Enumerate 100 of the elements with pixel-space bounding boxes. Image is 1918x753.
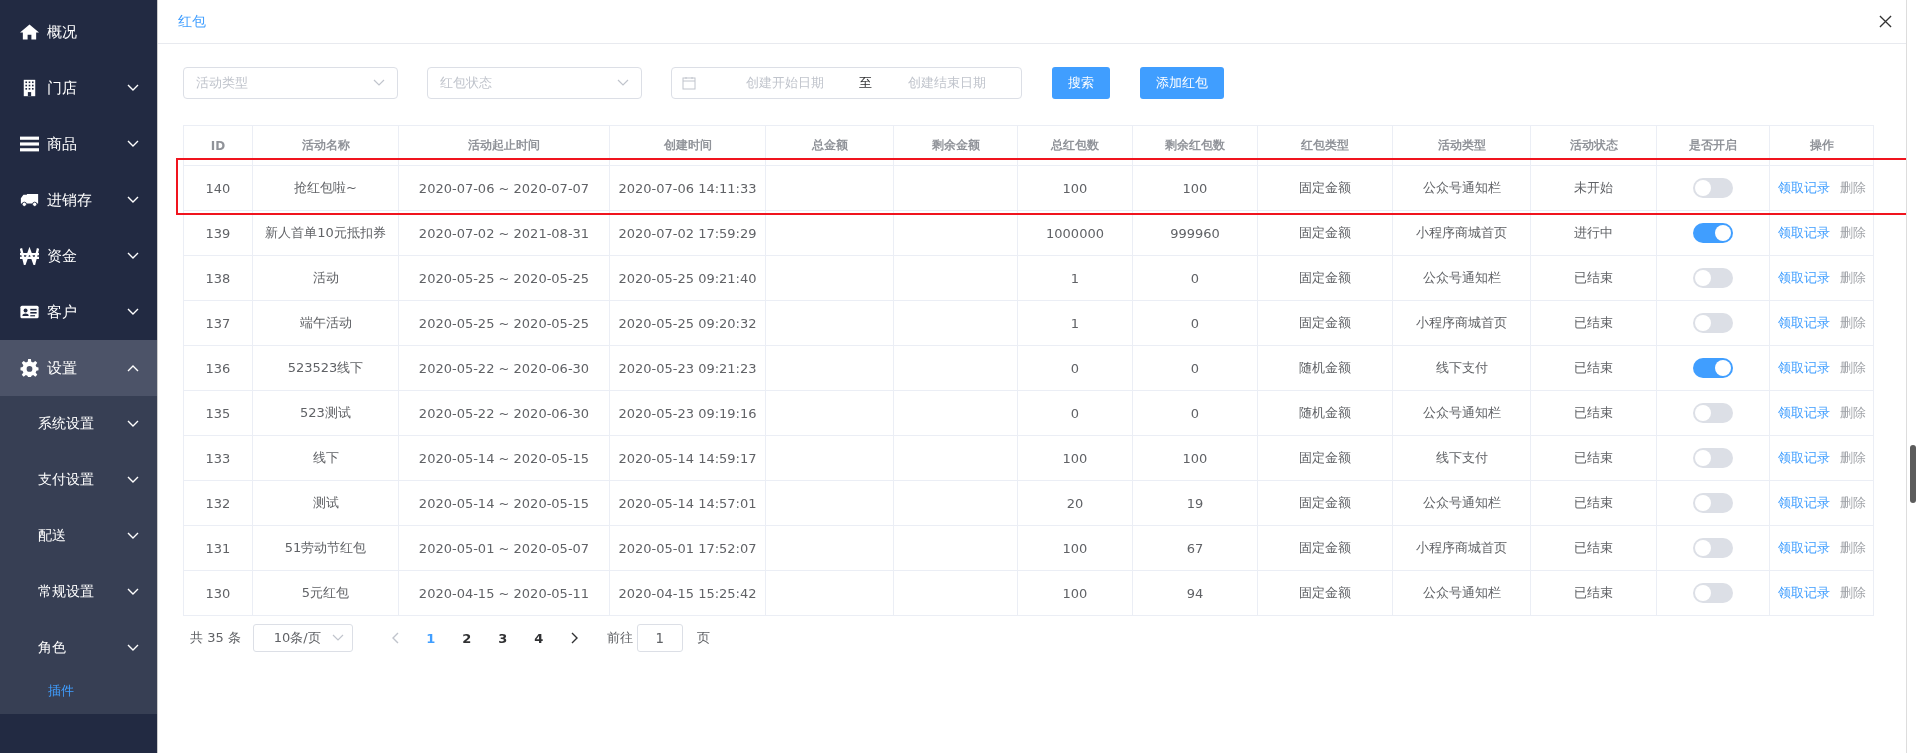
submenu-item[interactable]: 配送 — [0, 508, 157, 564]
delete-link[interactable]: 删除 — [1839, 270, 1866, 285]
table-cell: 公众号通知栏 — [1392, 480, 1531, 526]
sidebar-item[interactable]: 概况 — [0, 4, 157, 60]
sidebar-item[interactable]: 设置 — [0, 340, 157, 396]
table-cell: 2020-05-14 ~ 2020-05-15 — [398, 480, 610, 526]
records-link[interactable]: 领取记录 — [1777, 495, 1830, 510]
sidebar-item[interactable]: 资金 — [0, 228, 157, 284]
search-button[interactable]: 搜索 — [1052, 67, 1110, 99]
toggle-switch[interactable] — [1693, 583, 1733, 603]
records-link[interactable]: 领取记录 — [1777, 405, 1830, 420]
status-select[interactable]: 红包状态 — [427, 67, 642, 99]
table-cell: 已结束 — [1530, 525, 1657, 571]
records-link[interactable]: 领取记录 — [1777, 360, 1830, 375]
toggle-switch[interactable] — [1693, 448, 1733, 468]
records-link[interactable]: 领取记录 — [1777, 540, 1830, 555]
toggle-switch[interactable] — [1693, 493, 1733, 513]
table-cell: 2020-07-06 ~ 2020-07-07 — [398, 165, 610, 211]
delete-link[interactable]: 删除 — [1839, 180, 1866, 195]
table-cell: 新人首单10元抵扣券 — [252, 210, 399, 256]
won-icon — [20, 247, 39, 265]
table-cell: 公众号通知栏 — [1392, 165, 1531, 211]
chevron-down-icon — [127, 84, 139, 92]
chevron-down-icon — [127, 140, 139, 148]
page-number[interactable]: 4 — [520, 630, 557, 646]
delete-link[interactable]: 删除 — [1839, 585, 1866, 600]
page-number[interactable]: 1 — [412, 630, 449, 646]
delete-link[interactable]: 删除 — [1839, 225, 1866, 240]
delete-link[interactable]: 删除 — [1839, 405, 1866, 420]
table-cell: 0 — [1017, 345, 1133, 391]
column-header: 红包类型 — [1257, 125, 1393, 166]
table-cell: 2020-07-06 14:11:33 — [609, 165, 766, 211]
table-cell: 固定金额 — [1257, 525, 1393, 571]
table-cell: 132 — [183, 480, 253, 526]
submenu-item[interactable]: 插件 — [0, 676, 157, 706]
table-cell: 133 — [183, 435, 253, 481]
records-link[interactable]: 领取记录 — [1777, 450, 1830, 465]
activity-type-select[interactable]: 活动类型 — [183, 67, 398, 99]
table-cell: 2020-04-15 15:25:42 — [609, 570, 766, 616]
chevron-left-icon[interactable] — [390, 632, 399, 644]
records-link[interactable]: 领取记录 — [1777, 315, 1830, 330]
table-cell: 100 — [1132, 165, 1258, 211]
toggle-switch[interactable] — [1693, 268, 1733, 288]
table-cell: 随机金额 — [1257, 345, 1393, 391]
toggle-switch[interactable] — [1693, 178, 1733, 198]
column-header: ID — [183, 125, 253, 166]
table-cell: 131 — [183, 525, 253, 571]
table-cell: 140 — [183, 165, 253, 211]
chevron-right-icon[interactable] — [570, 632, 579, 644]
toggle-switch[interactable] — [1693, 358, 1733, 378]
sidebar-item[interactable]: 门店 — [0, 60, 157, 116]
toggle-switch[interactable] — [1693, 313, 1733, 333]
chevron-down-icon — [373, 79, 385, 87]
records-link[interactable]: 领取记录 — [1777, 225, 1830, 240]
toggle-switch[interactable] — [1693, 403, 1733, 423]
table-cell: 2020-05-25 09:21:40 — [609, 255, 766, 301]
chevron-down-icon — [127, 588, 139, 596]
submenu-item[interactable]: 常规设置 — [0, 564, 157, 620]
table-cell: 小程序商城首页 — [1392, 210, 1531, 256]
table-cell: 小程序商城首页 — [1392, 525, 1531, 571]
table-cell: 139 — [183, 210, 253, 256]
table-cell: 2020-05-22 ~ 2020-06-30 — [398, 345, 610, 391]
records-link[interactable]: 领取记录 — [1777, 270, 1830, 285]
table-cell: 67 — [1132, 525, 1258, 571]
delete-link[interactable]: 删除 — [1839, 360, 1866, 375]
column-header: 操作 — [1769, 125, 1874, 166]
page-number[interactable]: 2 — [448, 630, 485, 646]
page-size-select[interactable]: 10条/页 — [252, 624, 353, 652]
sidebar-item[interactable]: 进销存 — [0, 172, 157, 228]
delete-link[interactable]: 删除 — [1839, 315, 1866, 330]
chevron-down-icon — [617, 79, 629, 87]
page-suffix: 页 — [696, 629, 710, 647]
toggle-switch[interactable] — [1693, 223, 1733, 243]
table-cell: 51劳动节红包 — [252, 525, 399, 571]
table-cell: 已结束 — [1530, 570, 1657, 616]
table-cell: 2020-05-14 14:57:01 — [609, 480, 766, 526]
table-cell: 进行中 — [1530, 210, 1657, 256]
page-input[interactable]: 1 — [636, 624, 683, 652]
delete-link[interactable]: 删除 — [1839, 495, 1866, 510]
page-number[interactable]: 3 — [484, 630, 521, 646]
table-cell: 137 — [183, 300, 253, 346]
submenu-item[interactable]: 角色 — [0, 620, 157, 676]
sidebar-item[interactable]: 商品 — [0, 116, 157, 172]
records-link[interactable]: 领取记录 — [1777, 585, 1830, 600]
submenu-item[interactable]: 支付设置 — [0, 452, 157, 508]
scroll-thumb[interactable] — [1910, 445, 1916, 503]
table-cell: 已结束 — [1530, 300, 1657, 346]
column-header: 活动名称 — [252, 125, 399, 166]
scrollbar[interactable] — [1906, 0, 1918, 753]
sidebar-item[interactable]: 客户 — [0, 284, 157, 340]
close-icon[interactable] — [1879, 15, 1892, 28]
date-range-field[interactable]: 创建开始日期 至 创建结束日期 — [671, 67, 1022, 99]
submenu-item[interactable]: 系统设置 — [0, 396, 157, 452]
toggle-switch[interactable] — [1693, 538, 1733, 558]
delete-link[interactable]: 删除 — [1839, 450, 1866, 465]
records-link[interactable]: 领取记录 — [1777, 180, 1830, 195]
table-cell: 523523线下 — [252, 345, 399, 391]
delete-link[interactable]: 删除 — [1839, 540, 1866, 555]
add-button[interactable]: 添加红包 — [1140, 67, 1224, 99]
id-card-icon — [20, 303, 39, 321]
